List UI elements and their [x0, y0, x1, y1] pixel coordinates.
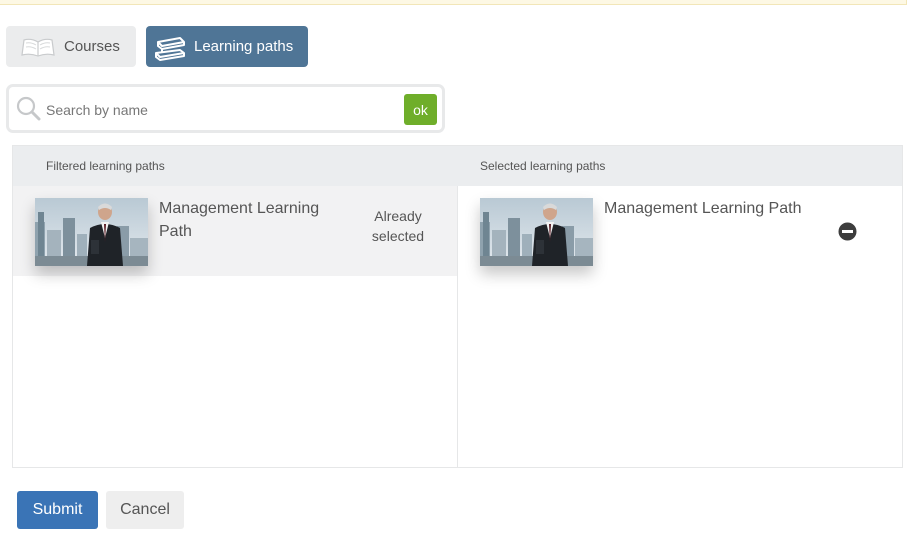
learning-path-thumbnail: [480, 198, 593, 266]
tab-learning-paths[interactable]: Learning paths: [146, 26, 308, 67]
tab-learning-paths-label: Learning paths: [194, 38, 294, 55]
submit-button[interactable]: Submit: [17, 491, 98, 529]
search-input[interactable]: [44, 94, 398, 126]
already-selected-status: Already selected: [371, 208, 425, 244]
search-box: ok: [6, 84, 445, 133]
filtered-list-item[interactable]: Management Learning Path Already selecte…: [13, 186, 457, 276]
search-ok-button[interactable]: ok: [404, 94, 437, 125]
filtered-header: Filtered learning paths: [46, 159, 165, 173]
book-stack-icon: [152, 34, 188, 61]
tab-courses-label: Courses: [64, 38, 120, 55]
selected-list-item: Management Learning Path: [458, 186, 902, 276]
cancel-button[interactable]: Cancel: [106, 491, 184, 529]
learning-paths-panel: Filtered learning paths Selected learnin…: [12, 145, 903, 468]
selected-header: Selected learning paths: [480, 159, 606, 173]
filtered-item-title: Management Learning Path: [159, 200, 320, 240]
search-icon: [15, 95, 41, 121]
tab-courses[interactable]: Courses: [6, 26, 136, 67]
notice-bar: [0, 0, 907, 5]
open-book-icon: [20, 34, 56, 60]
selected-item-title: Management Learning Path: [604, 200, 802, 217]
learning-path-thumbnail: [35, 198, 148, 266]
panel-header: Filtered learning paths Selected learnin…: [13, 146, 902, 186]
remove-icon[interactable]: [838, 222, 857, 241]
